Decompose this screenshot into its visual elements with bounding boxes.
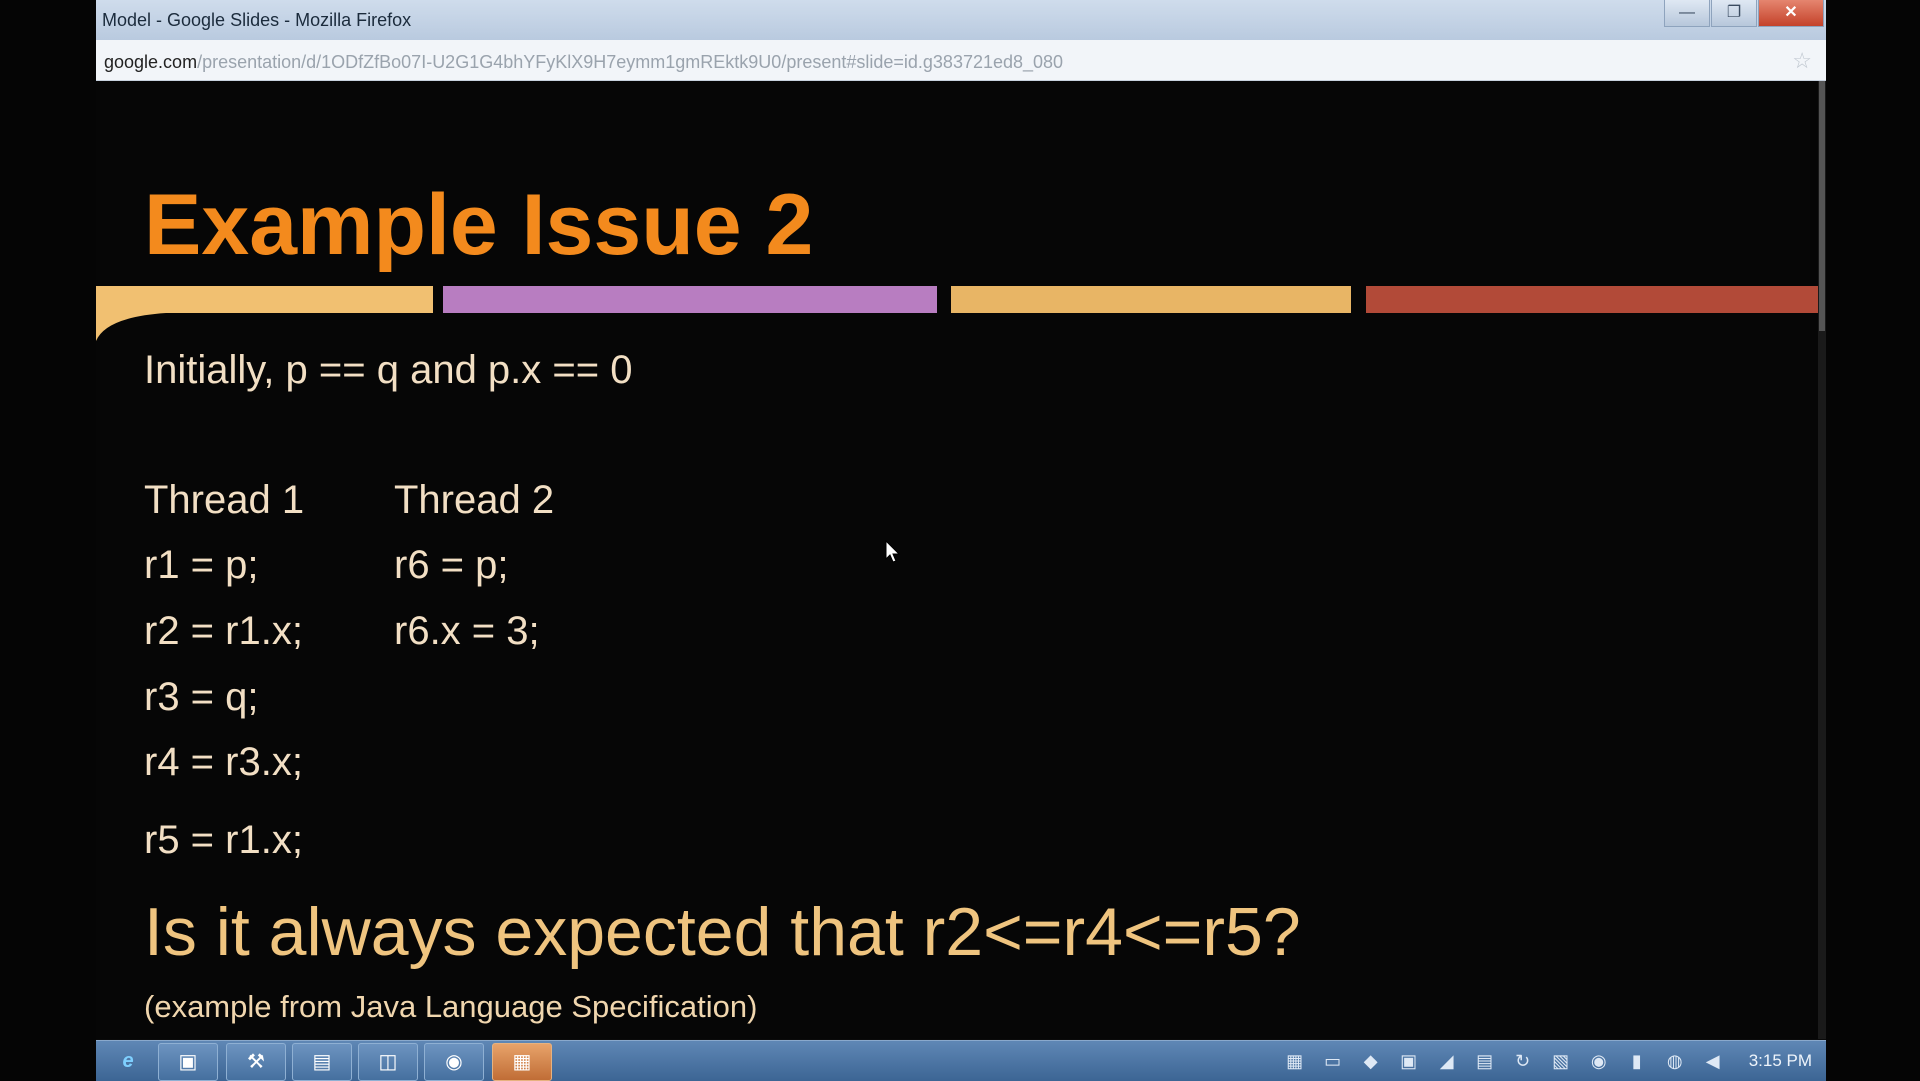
maximize-button[interactable]: ❐ (1711, 0, 1757, 27)
slide-footnote: (example from Java Language Specificatio… (144, 989, 758, 1024)
url-path: /presentation/d/1ODfZfBo07I-U2G1G4bhYFyK… (197, 52, 1064, 72)
url-text[interactable]: google.com/presentation/d/1ODfZfBo07I-U2… (104, 52, 1063, 73)
mouse-cursor-icon (885, 540, 901, 563)
eye-icon[interactable]: ◉ (1589, 1051, 1609, 1072)
remote-desktop-icon[interactable]: ◫ (358, 1043, 418, 1081)
tools-icon[interactable]: ⚒ (226, 1043, 286, 1081)
slide-question: Is it always expected that r2<=r4<=r5? (144, 894, 1301, 970)
color-band-4 (1366, 286, 1818, 313)
clock[interactable]: 3:15 PM (1749, 1051, 1812, 1071)
thread1-line-2: r2 = r1.x; (144, 609, 303, 653)
explorer-icon[interactable]: ▣ (158, 1043, 218, 1081)
thread1-line-5: r5 = r1.x; (144, 818, 303, 862)
window-controls: — ❐ ✕ (1663, 0, 1824, 28)
battery-icon[interactable]: ▮ (1627, 1051, 1647, 1072)
internet-explorer-icon[interactable]: e (110, 1043, 146, 1079)
chat-icon[interactable]: ▣ (1399, 1051, 1419, 1072)
color-band-1 (96, 286, 433, 313)
presentation-icon[interactable]: ▦ (492, 1043, 552, 1081)
folder-icon[interactable]: ▤ (292, 1043, 352, 1081)
desktop-screen: Model - Google Slides - Mozilla Firefox … (96, 0, 1826, 1081)
disk-icon[interactable]: ▤ (1475, 1051, 1495, 1072)
vertical-scrollbar[interactable] (1818, 81, 1826, 1039)
color-band-3 (951, 286, 1351, 313)
thread2-line-1: r6 = p; (394, 543, 509, 587)
initial-condition: Initially, p == q and p.x == 0 (144, 348, 633, 392)
address-bar[interactable]: google.com/presentation/d/1ODfZfBo07I-U2… (96, 40, 1826, 81)
star-icon[interactable]: ☆ (1792, 48, 1812, 74)
scrollbar-thumb[interactable] (1819, 81, 1825, 331)
taskbar: e ▣ ⚒ ▤ ◫ ◉ ▦ ▦ ▭ ◆ ▣ ◢ ▤ ↻ ▧ ◉ ▮ ◍ ◀ 3:… (96, 1040, 1826, 1081)
volume-icon[interactable]: ◀ (1703, 1051, 1723, 1072)
slide-canvas[interactable]: Example Issue 2 Initially, p == q and p.… (96, 81, 1818, 1039)
thread1-line-3: r3 = q; (144, 675, 259, 719)
globe-icon[interactable]: ◍ (1665, 1051, 1685, 1072)
slide-title: Example Issue 2 (144, 177, 814, 273)
thread2-header: Thread 2 (394, 478, 555, 522)
thread2-line-2: r6.x = 3; (394, 609, 540, 653)
decorative-curve (96, 313, 166, 341)
thread1-header: Thread 1 (144, 478, 305, 522)
signal-icon[interactable]: ◢ (1437, 1051, 1457, 1072)
network-icon[interactable]: ▦ (1285, 1051, 1305, 1072)
firefox-icon[interactable]: ◉ (424, 1043, 484, 1081)
window-title-bar[interactable]: Model - Google Slides - Mozilla Firefox … (96, 0, 1826, 41)
minimize-button[interactable]: — (1664, 0, 1710, 27)
thread1-line-4: r4 = r3.x; (144, 740, 303, 784)
monitor-icon[interactable]: ▭ (1323, 1051, 1343, 1072)
window-title: Model - Google Slides - Mozilla Firefox (102, 10, 412, 30)
shield-icon[interactable]: ◆ (1361, 1051, 1381, 1072)
url-domain: google.com (104, 52, 198, 72)
sync-icon[interactable]: ↻ (1513, 1051, 1533, 1072)
notes-icon[interactable]: ▧ (1551, 1051, 1571, 1072)
close-button[interactable]: ✕ (1758, 0, 1824, 27)
system-tray: ▦ ▭ ◆ ▣ ◢ ▤ ↻ ▧ ◉ ▮ ◍ ◀ 3:15 PM (1285, 1041, 1812, 1081)
thread1-line-1: r1 = p; (144, 543, 259, 587)
color-band-2 (443, 286, 937, 313)
